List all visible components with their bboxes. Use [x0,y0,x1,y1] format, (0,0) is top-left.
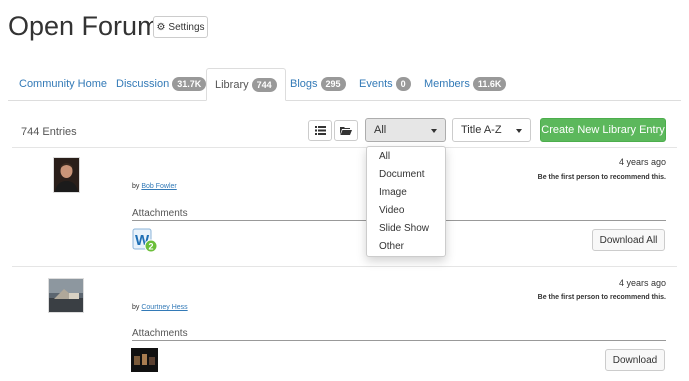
thumbnail[interactable] [48,278,84,313]
gear-icon: ⚙ [156,21,166,33]
tab-label: Events [359,78,393,90]
divider [12,147,677,148]
author-link[interactable]: Bob Fowler [141,183,176,190]
count-badge: 31.7K [172,77,207,91]
attachments-label: Attachments [132,328,188,339]
dropdown-option-video[interactable]: Video [379,205,404,216]
page-title: Open Forum [8,11,160,41]
tab-discussion[interactable]: Discussion 31.7K [116,68,207,100]
recommend-text: Be the first person to recommend this. [537,294,666,301]
type-filter-dropdown: All Document Image Video Slide Show Othe… [366,146,446,257]
folder-view-button[interactable] [334,120,358,141]
by-label: by [132,304,140,311]
tab-community-home[interactable]: Community Home [19,68,107,100]
avatar[interactable] [53,157,80,193]
list-icon [314,126,326,135]
tab-blogs[interactable]: Blogs 295 [290,68,346,100]
count-badge: 11.6K [472,77,507,91]
type-filter-select[interactable]: All [365,118,446,142]
byline: by Bob Fowler [132,183,177,190]
settings-button[interactable]: ⚙ Settings [153,16,208,38]
folder-open-icon [340,127,352,135]
dropdown-option-all[interactable]: All [379,151,390,162]
attachments-label: Attachments [132,208,188,219]
count-badge: 0 [395,77,411,91]
entries-count: 744 Entries [21,126,77,138]
tabs-divider [8,100,681,101]
timestamp: 4 years ago [618,278,666,288]
tab-members[interactable]: Members 11.6K [424,68,507,100]
settings-label: Settings [168,21,205,33]
count-badge: 295 [320,77,346,91]
tab-label: Library [215,78,249,91]
thumbnail-image [49,279,83,312]
divider [12,266,677,267]
count-badge: 744 [251,77,277,92]
timestamp: 4 years ago [618,157,666,167]
tab-label: Discussion [116,78,170,90]
avatar-image [54,158,79,192]
download-button[interactable]: Download [605,349,665,371]
dropdown-option-document[interactable]: Document [379,169,425,180]
recommend-text: Be the first person to recommend this. [537,174,666,181]
filter-value: All [374,124,387,136]
sort-value: Title A-Z [461,124,502,136]
list-view-button[interactable] [308,120,332,141]
dropdown-option-other[interactable]: Other [379,241,404,252]
sort-select[interactable]: Title A-Z [452,118,531,142]
dropdown-option-image[interactable]: Image [379,187,407,198]
tab-events[interactable]: Events 0 [359,68,411,100]
tab-label: Community Home [19,78,108,90]
tab-library[interactable]: Library 744 [206,68,286,101]
dropdown-option-slide-show[interactable]: Slide Show [379,223,429,234]
author-link[interactable]: Courtney Hess [141,304,187,311]
word-document-icon[interactable]: W 2 [132,227,158,253]
tab-label: Blogs [290,78,318,90]
caret-down-icon [431,129,437,133]
download-all-button[interactable]: Download All [592,229,665,251]
by-label: by [132,183,140,190]
attachments-rule [132,340,666,341]
create-library-entry-button[interactable]: Create New Library Entry [540,118,666,142]
byline: by Courtney Hess [132,304,188,311]
tab-label: Members [424,78,470,90]
video-thumbnail[interactable] [131,348,158,372]
caret-down-icon [516,129,522,133]
svg-text:2: 2 [149,242,154,252]
